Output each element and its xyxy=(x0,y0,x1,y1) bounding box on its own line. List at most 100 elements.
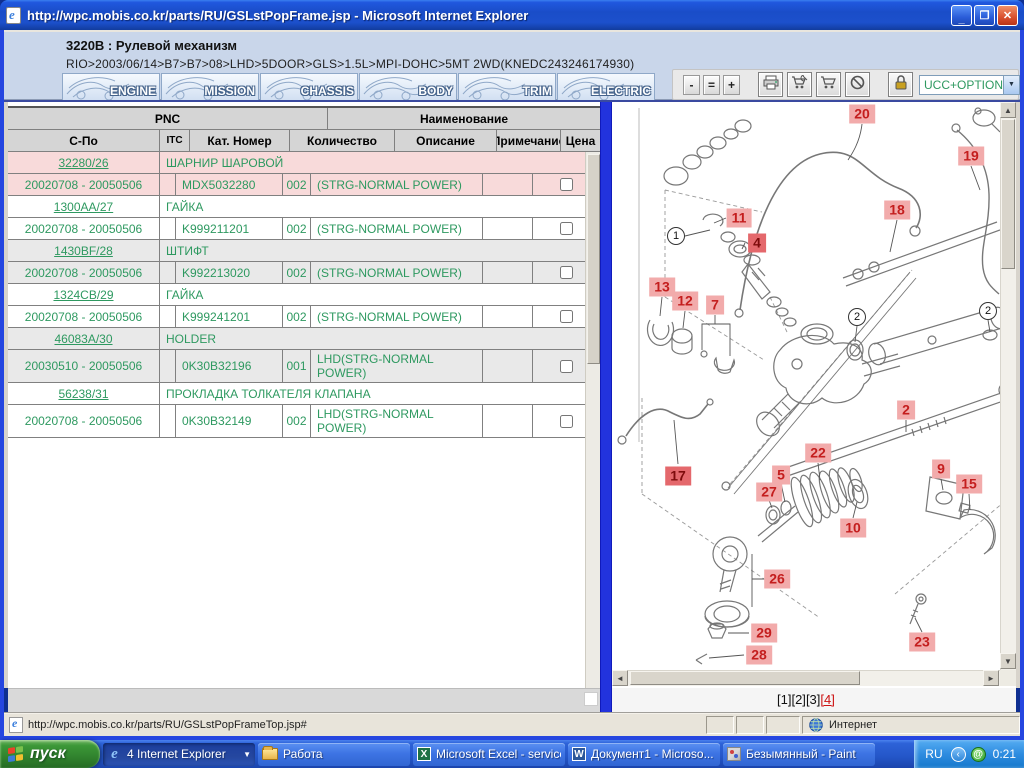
ie-icon: e xyxy=(107,747,122,762)
part-label-17[interactable]: 17 xyxy=(665,467,691,486)
part-label-22[interactable]: 22 xyxy=(805,444,831,463)
start-button[interactable]: пуск xyxy=(0,740,100,768)
scrollbar-thumb[interactable] xyxy=(630,671,860,685)
part-name-cell: ШТИФТ xyxy=(160,240,600,261)
pnc-cell: 1430BF/28 xyxy=(8,240,160,261)
part-label-26[interactable]: 26 xyxy=(764,570,790,589)
page-link-2[interactable]: [2] xyxy=(791,692,805,707)
scrollbar-thumb[interactable] xyxy=(584,692,598,706)
option-dropdown[interactable]: UCC+OPTION ▼ xyxy=(919,75,1020,95)
taskbar-item[interactable]: e4 Internet Explorer▼ xyxy=(103,743,255,766)
part-label-19[interactable]: 19 xyxy=(958,147,984,166)
pnc-link[interactable]: 1430BF/28 xyxy=(54,244,113,258)
frameset: PNCНаименованиеС-ПоITCКат. НомерКоличест… xyxy=(4,100,1020,688)
minimize-button[interactable]: _ xyxy=(951,5,972,26)
period-cell: 20020708 - 20050506 xyxy=(8,218,160,239)
pnc-link[interactable]: 46083A/30 xyxy=(54,332,112,346)
section-tab-electric[interactable]: ELECTRIC xyxy=(557,73,655,101)
section-tab-mission[interactable]: MISSION xyxy=(161,73,259,101)
scrollbar-thumb[interactable] xyxy=(1001,119,1015,269)
scrollbar-corner xyxy=(1000,670,1016,686)
parts-table: PNCНаименованиеС-ПоITCКат. НомерКоличест… xyxy=(8,106,600,438)
select-part-checkbox[interactable] xyxy=(560,266,573,279)
section-tab-trim[interactable]: TRIM xyxy=(458,73,556,101)
zoom-reset-button[interactable]: = xyxy=(703,75,720,95)
select-part-checkbox[interactable] xyxy=(560,222,573,235)
messenger-icon[interactable]: @ xyxy=(971,747,986,762)
part-label-2[interactable]: 2 xyxy=(897,401,915,420)
part-group-row: 1430BF/28 ШТИФТ xyxy=(8,240,600,262)
page-link-1[interactable]: [1] xyxy=(777,692,791,707)
pnc-link[interactable]: 32280/26 xyxy=(58,156,108,170)
part-label-4[interactable]: 4 xyxy=(748,234,766,253)
taskbar-item[interactable]: WДокумент1 - Microso... xyxy=(568,743,720,766)
col-header-2: Кат. Номер xyxy=(190,130,290,151)
pnc-link[interactable]: 1324CB/29 xyxy=(53,288,113,302)
desktop: http://wpc.mobis.co.kr/parts/RU/GSLstPop… xyxy=(0,0,1024,768)
part-number-cell: 0K30B32196 xyxy=(176,350,283,382)
note-cell xyxy=(483,262,533,283)
pnc-cell: 32280/26 xyxy=(8,152,160,173)
section-tab-label: ENGINE xyxy=(110,84,156,98)
pnc-cell: 56238/31 xyxy=(8,383,160,404)
part-label-27[interactable]: 27 xyxy=(756,483,782,502)
page-link-3[interactable]: [3] xyxy=(806,692,820,707)
taskbar-item[interactable]: Безымянный - Paint xyxy=(723,743,875,766)
scrollbar-thumb[interactable] xyxy=(587,154,600,364)
language-indicator[interactable]: RU xyxy=(925,747,942,761)
part-group-row: 1300AA/27ГАЙКА xyxy=(8,196,600,218)
parts-list-panel: PNCНаименованиеС-ПоITCКат. НомерКоличест… xyxy=(8,102,600,688)
printer-button[interactable] xyxy=(758,72,783,97)
select-part-checkbox[interactable] xyxy=(560,178,573,191)
block-button[interactable] xyxy=(845,72,870,97)
period-cell: 20020708 - 20050506 xyxy=(8,262,160,283)
cart-view-button[interactable] xyxy=(787,72,812,97)
status-cell xyxy=(706,716,734,734)
zoom-out-button[interactable]: - xyxy=(683,75,700,95)
close-button[interactable]: ✕ xyxy=(997,5,1018,26)
select-part-checkbox[interactable] xyxy=(560,415,573,428)
pnc-link[interactable]: 56238/31 xyxy=(58,387,108,401)
maximize-button[interactable]: ❐ xyxy=(974,5,995,26)
zoom-in-button[interactable]: + xyxy=(723,75,740,95)
part-label-23[interactable]: 23 xyxy=(909,633,935,652)
part-label-9[interactable]: 9 xyxy=(932,460,950,479)
diagram-hscrollbar[interactable]: ◄ ► xyxy=(612,670,1000,686)
part-label-11[interactable]: 11 xyxy=(727,209,752,228)
page-link-4[interactable]: [4] xyxy=(820,692,834,707)
pnc-link[interactable]: 1300AA/27 xyxy=(54,200,113,214)
part-label-28[interactable]: 28 xyxy=(746,646,772,665)
part-label-12[interactable]: 12 xyxy=(672,292,698,311)
scroll-up-icon[interactable]: ▲ xyxy=(1000,102,1016,118)
qty-cell: 002 xyxy=(283,174,311,195)
cart-button[interactable] xyxy=(816,72,841,97)
section-tab-chassis[interactable]: CHASSIS xyxy=(260,73,358,101)
select-part-checkbox[interactable] xyxy=(560,360,573,373)
part-label-15[interactable]: 15 xyxy=(956,475,982,494)
status-cell xyxy=(766,716,800,734)
tray-collapse-icon[interactable]: ‹ xyxy=(951,747,966,762)
part-label-13[interactable]: 13 xyxy=(649,278,675,297)
diagram-vscrollbar[interactable]: ▲ ▼ xyxy=(1000,102,1016,670)
taskbar-item[interactable]: Работа xyxy=(258,743,410,766)
chevron-down-icon[interactable]: ▼ xyxy=(1003,76,1019,94)
taskbar-item[interactable]: XMicrosoft Excel - service xyxy=(413,743,565,766)
lock-button[interactable] xyxy=(888,72,913,97)
status-bar: http://wpc.mobis.co.kr/parts/RU/GSLstPop… xyxy=(4,712,1020,736)
parts-table-scrollbar[interactable] xyxy=(585,152,600,688)
part-label-29[interactable]: 29 xyxy=(751,624,777,643)
part-label-18[interactable]: 18 xyxy=(884,201,910,220)
part-label-20[interactable]: 20 xyxy=(849,105,875,124)
col-header-1: ITC xyxy=(160,130,190,151)
scroll-right-icon[interactable]: ► xyxy=(983,670,999,686)
scroll-down-icon[interactable]: ▼ xyxy=(1000,653,1016,669)
parts-panel-hscrollbar[interactable] xyxy=(8,688,600,712)
part-label-7[interactable]: 7 xyxy=(706,296,724,315)
frame-divider[interactable] xyxy=(600,102,612,712)
section-tab-engine[interactable]: ENGINE xyxy=(62,73,160,101)
part-label-10[interactable]: 10 xyxy=(840,519,866,538)
ie-page-icon xyxy=(9,717,23,733)
scroll-left-icon[interactable]: ◄ xyxy=(612,670,628,686)
select-part-checkbox[interactable] xyxy=(560,310,573,323)
section-tab-body[interactable]: BODY xyxy=(359,73,457,101)
